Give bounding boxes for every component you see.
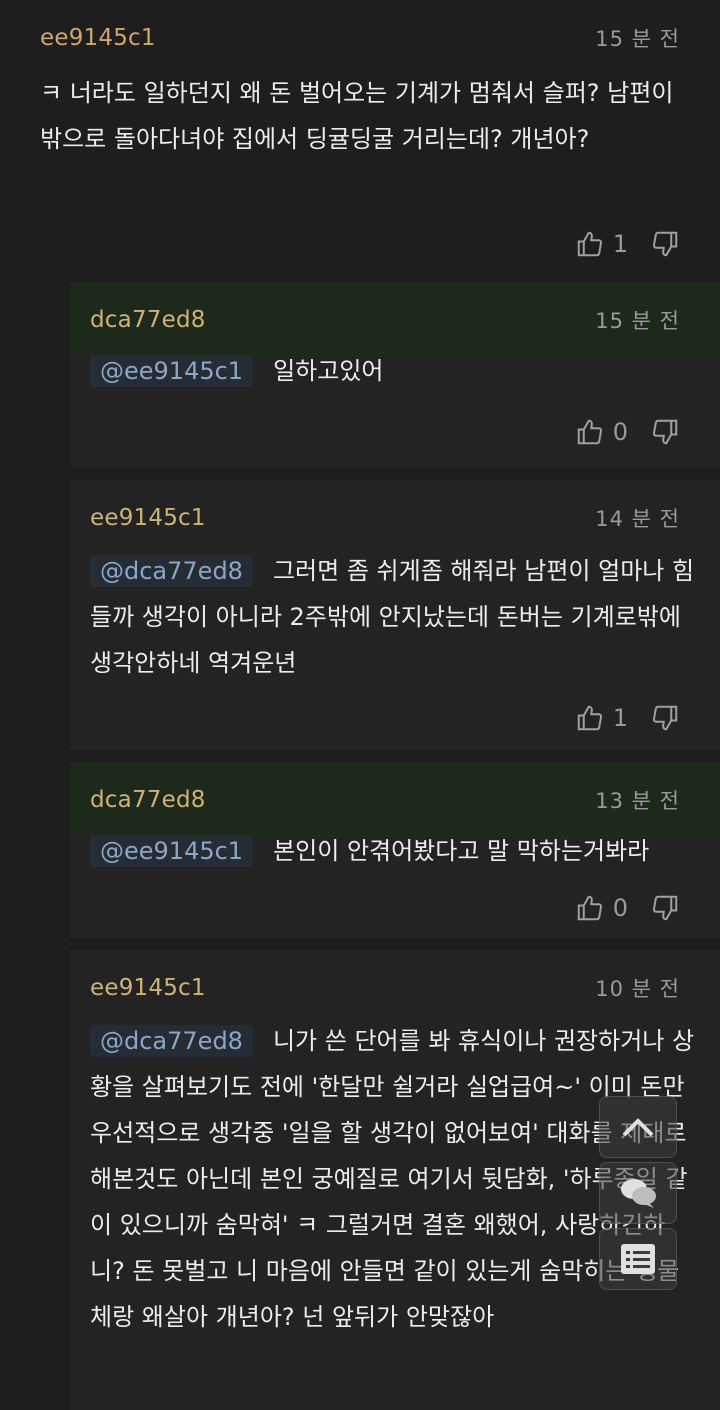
comment: ee9145c1 15 분 전 ㅋ 너라도 일하던지 왜 돈 벌어오는 기계가 … — [0, 0, 720, 270]
comment-text: @ee9145c1 일하고있어 — [70, 348, 720, 394]
reply-comment: dca77ed8 15 분 전 @ee9145c1 일하고있어 0 — [70, 282, 720, 468]
like-count: 1 — [612, 230, 628, 258]
comment-time: 15 분 전 — [595, 27, 680, 51]
thumbs-up-icon — [577, 895, 602, 921]
dislike-button[interactable] — [650, 229, 680, 259]
comment-header: ee9145c1 14 분 전 — [70, 480, 720, 556]
scroll-top-button[interactable] — [599, 1096, 677, 1158]
mention-tag[interactable]: @ee9145c1 — [90, 835, 254, 867]
comment-time: 15 분 전 — [595, 309, 680, 333]
comment-author[interactable]: dca77ed8 — [90, 787, 206, 813]
comment-text: @ee9145c1 본인이 안겪어봤다고 말 막하는거봐라 — [70, 828, 720, 874]
like-button[interactable]: 0 — [575, 417, 650, 447]
thumbs-up-icon — [577, 705, 602, 731]
thumbs-up-icon — [577, 419, 602, 445]
comment-header: ee9145c1 15 분 전 — [0, 0, 720, 76]
vote-bar: 0 — [575, 876, 720, 940]
reply-comment: ee9145c1 14 분 전 @dca77ed8 그러면 좀 쉬게좀 해줘라 남… — [70, 480, 720, 750]
floating-actions — [599, 1096, 677, 1294]
comment-body: 본인이 안겪어봤다고 말 막하는거봐라 — [273, 837, 650, 865]
comment-header: dca77ed8 15 분 전 — [70, 282, 720, 358]
like-button[interactable]: 1 — [575, 229, 650, 259]
like-button[interactable]: 1 — [575, 703, 650, 733]
comment-author[interactable]: ee9145c1 — [90, 975, 206, 1001]
dislike-button[interactable] — [650, 417, 680, 447]
chat-icon — [621, 1179, 656, 1208]
comment-time: 10 분 전 — [595, 977, 680, 1001]
dislike-button[interactable] — [650, 703, 680, 733]
mention-tag[interactable]: @dca77ed8 — [90, 1025, 253, 1057]
comment-body: ㅋ 너라도 일하던지 왜 돈 벌어오는 기계가 멈춰서 슬퍼? 남편이 밖으로 … — [40, 79, 674, 153]
thumbs-down-icon — [652, 895, 678, 921]
like-count: 0 — [612, 418, 628, 446]
chevron-up-icon — [622, 1118, 654, 1137]
comment-author[interactable]: dca77ed8 — [90, 307, 206, 333]
thumbs-down-icon — [652, 419, 678, 445]
comment-header: ee9145c1 10 분 전 — [70, 950, 720, 1026]
like-button[interactable]: 0 — [575, 893, 650, 923]
chat-button[interactable] — [599, 1162, 677, 1224]
comment-text: ㅋ 너라도 일하던지 왜 돈 벌어오는 기계가 멈춰서 슬퍼? 남편이 밖으로 … — [0, 70, 720, 162]
like-count: 1 — [612, 704, 628, 732]
thumbs-down-icon — [652, 705, 678, 731]
mention-tag[interactable]: @dca77ed8 — [90, 555, 253, 587]
vote-bar: 0 — [575, 400, 720, 464]
like-count: 0 — [612, 894, 628, 922]
list-button[interactable] — [599, 1228, 677, 1290]
comment-text: @dca77ed8 그러면 좀 쉬게좀 해줘라 남편이 얼마나 힘들까 생각이 아… — [70, 548, 720, 686]
mention-tag[interactable]: @ee9145c1 — [90, 355, 254, 387]
thumbs-up-icon — [577, 231, 602, 257]
dislike-button[interactable] — [650, 893, 680, 923]
comment-author[interactable]: ee9145c1 — [90, 505, 206, 531]
comment-time: 13 분 전 — [595, 789, 680, 813]
thumbs-down-icon — [652, 231, 678, 257]
reply-comment: dca77ed8 13 분 전 @ee9145c1 본인이 안겪어봤다고 말 막하… — [70, 762, 720, 938]
comment-header: dca77ed8 13 분 전 — [70, 762, 720, 838]
comment-author[interactable]: ee9145c1 — [40, 25, 156, 51]
list-icon — [621, 1244, 655, 1274]
vote-bar: 1 — [575, 686, 720, 750]
comment-body: 일하고있어 — [273, 357, 384, 385]
vote-bar: 1 — [575, 212, 720, 276]
comment-time: 14 분 전 — [595, 507, 680, 531]
